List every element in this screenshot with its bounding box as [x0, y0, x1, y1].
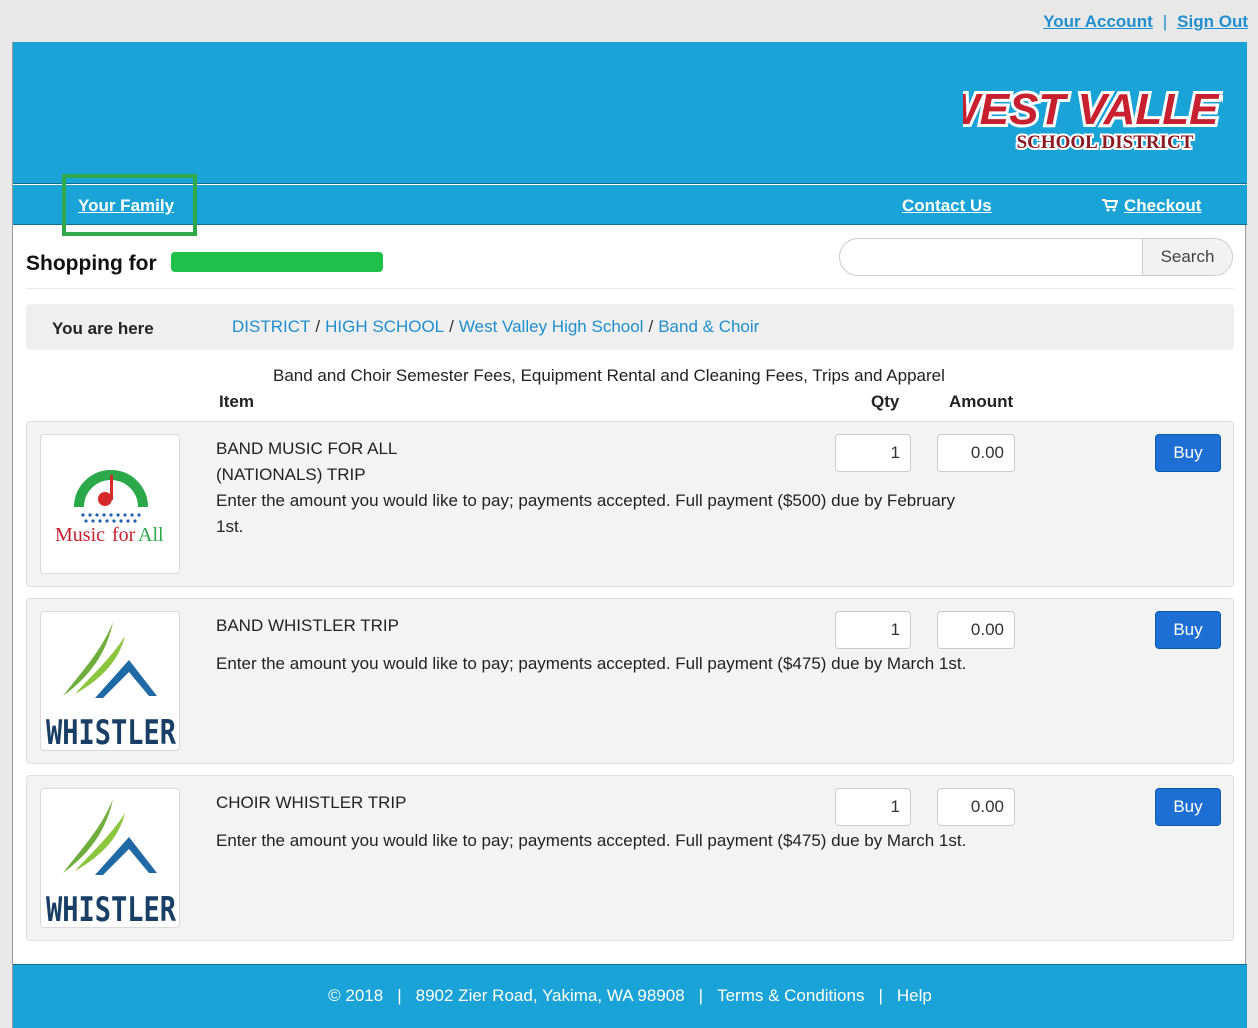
product-name: BAND WHISTLER TRIP [216, 613, 399, 639]
product-description-line: Enter the amount you would like to pay; … [216, 654, 967, 673]
music-for-all-logo: Music for All [55, 470, 164, 546]
breadcrumb-separator: / [449, 317, 454, 336]
your-account-link[interactable]: Your Account [1043, 12, 1153, 31]
product-image: WHISTLER [40, 788, 180, 928]
product-description-line: Enter the amount you would like to pay; … [216, 831, 967, 850]
product-name: BAND MUSIC FOR ALL (NATIONALS) TRIP [216, 436, 397, 488]
product-name-line: BAND MUSIC FOR ALL [216, 439, 398, 458]
column-header-item: Item [219, 392, 254, 411]
top-bar: Your Account | Sign Out [0, 0, 1258, 42]
product-row: WHISTLER BAND WHISTLER TRIP Enter the am… [26, 598, 1234, 764]
whistler-logo: WHISTLER [46, 622, 176, 751]
product-name-line: CHOIR WHISTLER TRIP [216, 793, 407, 812]
svg-text:WEST VALLEY: WEST VALLEY [963, 85, 1223, 134]
buy-button[interactable]: Buy [1155, 434, 1221, 472]
nav-contact-us[interactable]: Contact Us [902, 196, 992, 216]
footer-separator: | [698, 986, 704, 1005]
breadcrumb-district[interactable]: DISTRICT [232, 317, 310, 336]
search-box: Search [839, 238, 1233, 276]
main-nav: Your Family Contact Us Checkout [13, 185, 1247, 225]
product-image: Music for All [40, 434, 180, 574]
search-input[interactable] [840, 239, 1142, 275]
breadcrumb-band-choir[interactable]: Band & Choir [658, 317, 759, 336]
breadcrumb-separator: / [648, 317, 654, 336]
terms-link[interactable]: Terms & Conditions [717, 986, 864, 1005]
svg-text:SCHOOL DISTRICT: SCHOOL DISTRICT [1017, 132, 1194, 153]
product-image: WHISTLER [40, 611, 180, 751]
amount-input[interactable] [937, 611, 1015, 649]
svg-text:WHISTLER: WHISTLER [46, 890, 176, 928]
product-row: WHISTLER CHOIR WHISTLER TRIP Enter the a… [26, 775, 1234, 941]
breadcrumb-trail: DISTRICT / HIGH SCHOOL / West Valley High Sc… [232, 317, 759, 337]
section-title: Band and Choir Semester Fees, Equipment … [273, 366, 945, 385]
help-link[interactable]: Help [897, 986, 932, 1005]
family-highlight-box [62, 174, 197, 236]
footer-separator: | [878, 986, 883, 1005]
buy-button[interactable]: Buy [1155, 788, 1221, 826]
footer-separator: | [397, 986, 402, 1005]
product-name-line: BAND WHISTLER TRIP [216, 616, 399, 635]
amount-input[interactable] [937, 434, 1015, 472]
product-row: Music for All BAND MUSIC FOR ALL (NATION… [26, 421, 1234, 587]
account-links-separator: | [1162, 12, 1168, 31]
header-divider [26, 288, 1234, 289]
product-description-line: Enter the amount you would like to pay; … [216, 491, 955, 510]
product-description: Enter the amount you would like to pay; … [216, 488, 955, 540]
svg-text:for: for [112, 524, 136, 546]
header-banner: WEST VALLEY WEST VALLEY SCHOOL DISTRICT … [13, 42, 1247, 184]
footer: © 2018 | 8902 Zier Road, Yakima, WA 98908 |… [13, 964, 1247, 1028]
redacted-name [171, 252, 383, 272]
breadcrumb-separator: / [315, 317, 321, 336]
product-description: Enter the amount you would like to pay; … [216, 651, 966, 677]
svg-text:All: All [138, 524, 164, 546]
column-header-qty: Qty [871, 392, 900, 411]
breadcrumb-label: You are here [52, 319, 154, 338]
footer-copyright: © 2018 [328, 986, 384, 1005]
west-valley-logo: WEST VALLEY WEST VALLEY SCHOOL DISTRICT … [963, 82, 1223, 155]
quantity-input[interactable] [835, 434, 911, 472]
page-frame: WEST VALLEY WEST VALLEY SCHOOL DISTRICT … [12, 42, 1247, 1028]
svg-text:WHISTLER: WHISTLER [46, 713, 176, 751]
page-title: Shopping for [26, 252, 157, 275]
amount-input[interactable] [937, 788, 1015, 826]
cart-icon [1102, 199, 1118, 212]
whistler-logo: WHISTLER [46, 799, 176, 928]
product-description-line: 1st. [216, 517, 244, 536]
quantity-input[interactable] [835, 788, 911, 826]
svg-text:Music: Music [55, 524, 105, 546]
breadcrumb-high-school[interactable]: HIGH SCHOOL [325, 317, 444, 336]
column-header-amount: Amount [949, 392, 1014, 411]
product-name-line: (NATIONALS) TRIP [216, 465, 366, 484]
breadcrumb: You are here DISTRICT / HIGH SCHOOL / West V… [26, 304, 1234, 350]
product-name: CHOIR WHISTLER TRIP [216, 790, 406, 816]
checkout-label: Checkout [1124, 196, 1202, 215]
breadcrumb-west-valley-high-school[interactable]: West Valley High School [459, 317, 644, 336]
nav-checkout[interactable]: Checkout [1102, 196, 1201, 216]
search-button[interactable]: Search [1142, 239, 1232, 275]
quantity-input[interactable] [835, 611, 911, 649]
buy-button[interactable]: Buy [1155, 611, 1221, 649]
account-links: Your Account | Sign Out [1043, 12, 1248, 32]
sign-out-link[interactable]: Sign Out [1177, 12, 1248, 31]
footer-address: 8902 Zier Road, Yakima, WA 98908 [415, 986, 685, 1005]
product-description: Enter the amount you would like to pay; … [216, 828, 966, 854]
